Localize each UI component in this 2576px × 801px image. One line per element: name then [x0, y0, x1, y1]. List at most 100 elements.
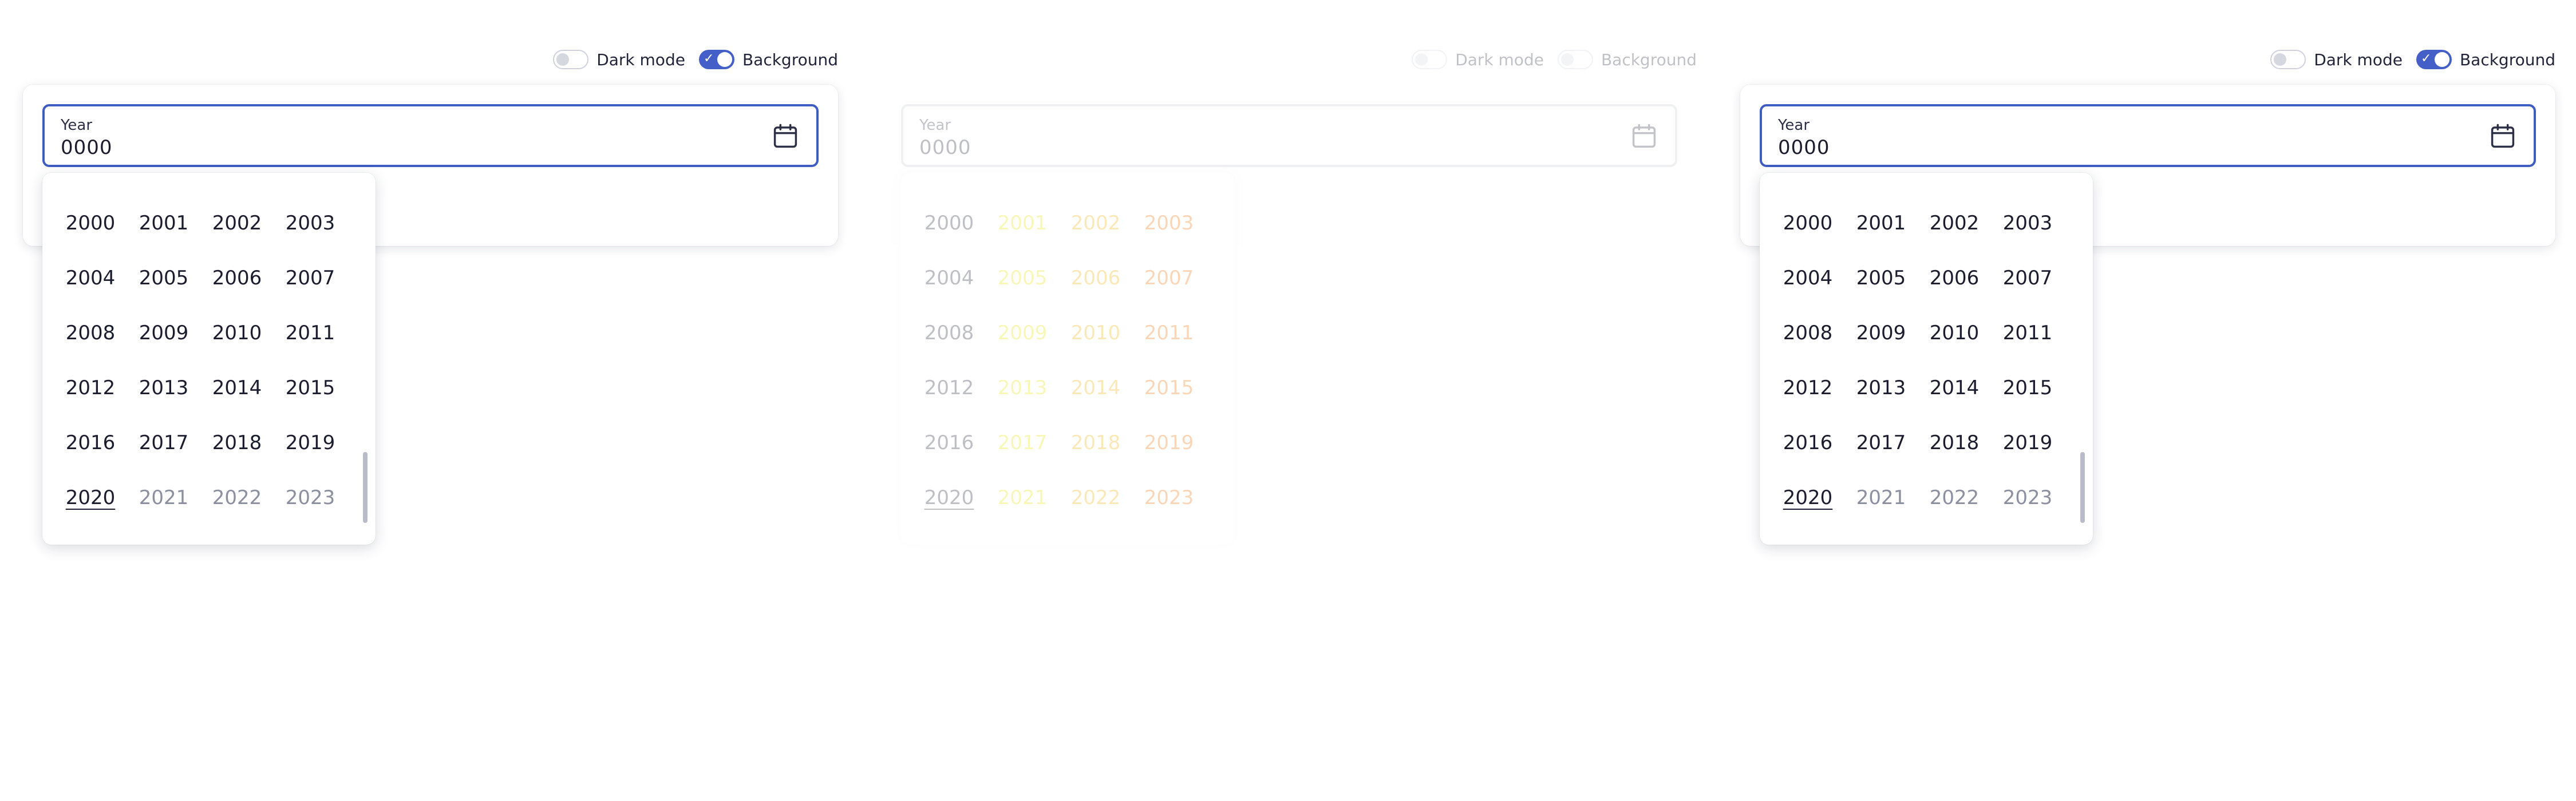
dark-mode-toggle[interactable]: Dark mode	[1412, 50, 1544, 69]
scrollbar[interactable]	[363, 452, 368, 523]
calendar-icon[interactable]	[771, 121, 800, 151]
year-option-2013[interactable]: 2013	[986, 360, 1059, 415]
year-option-2009[interactable]: 2009	[127, 306, 200, 360]
year-option-2002[interactable]: 2002	[1059, 196, 1132, 251]
year-option-2017[interactable]: 2017	[986, 415, 1059, 470]
year-option-2022[interactable]: 2022	[1918, 470, 1991, 525]
year-input[interactable]: Year 0000	[901, 104, 1677, 167]
year-option-2018[interactable]: 2018	[1059, 415, 1132, 470]
year-option-2013[interactable]: 2013	[1844, 360, 1918, 415]
year-option-2001[interactable]: 2001	[127, 196, 200, 251]
year-option-2014[interactable]: 2014	[1059, 360, 1132, 415]
year-grid: 2000 2001 2002 2003 2004 2005 2006 2007 2008 2009…	[1771, 196, 2064, 525]
year-option-2012[interactable]: 2012	[1771, 360, 1844, 415]
dark-mode-toggle[interactable]: Dark mode	[553, 50, 685, 69]
calendar-icon[interactable]	[2488, 121, 2518, 151]
year-option-2015[interactable]: 2015	[274, 360, 347, 415]
year-option-2004[interactable]: 2004	[912, 251, 986, 306]
year-option-2020[interactable]: 2020	[912, 470, 986, 525]
background-switch[interactable]	[1557, 50, 1593, 69]
year-option-2019[interactable]: 2019	[1132, 415, 1206, 470]
year-option-2018[interactable]: 2018	[200, 415, 274, 470]
year-input-value[interactable]: 0000	[919, 136, 971, 159]
year-option-2006[interactable]: 2006	[1918, 251, 1991, 306]
year-option-2022[interactable]: 2022	[200, 470, 274, 525]
background-toggle[interactable]: ✓ Background	[698, 50, 838, 69]
year-input-label: Year	[1778, 117, 1810, 134]
background-toggle[interactable]: Background	[1557, 50, 1697, 69]
year-option-2013[interactable]: 2013	[127, 360, 200, 415]
year-option-2010[interactable]: 2010	[1918, 306, 1991, 360]
year-option-2003[interactable]: 2003	[1132, 196, 1206, 251]
background-switch[interactable]: ✓	[2416, 50, 2452, 69]
year-option-2005[interactable]: 2005	[127, 251, 200, 306]
year-option-2015[interactable]: 2015	[1991, 360, 2064, 415]
year-option-2019[interactable]: 2019	[274, 415, 347, 470]
year-option-2007[interactable]: 2007	[274, 251, 347, 306]
dark-mode-switch[interactable]	[553, 50, 589, 69]
year-option-2000[interactable]: 2000	[54, 196, 127, 251]
year-option-2004[interactable]: 2004	[1771, 251, 1844, 306]
background-label: Background	[1601, 50, 1697, 69]
year-option-2009[interactable]: 2009	[986, 306, 1059, 360]
year-option-2010[interactable]: 2010	[1059, 306, 1132, 360]
year-option-2002[interactable]: 2002	[1918, 196, 1991, 251]
year-option-2001[interactable]: 2001	[986, 196, 1059, 251]
year-picker-dropdown: 2000 2001 2002 2003 2004 2005 2006 2007 2008 2009…	[1760, 173, 2093, 545]
year-option-2021[interactable]: 2021	[1844, 470, 1918, 525]
year-option-2001[interactable]: 2001	[1844, 196, 1918, 251]
year-option-2015[interactable]: 2015	[1132, 360, 1206, 415]
year-option-2014[interactable]: 2014	[200, 360, 274, 415]
year-input[interactable]: Year 0000	[42, 104, 819, 167]
year-option-2003[interactable]: 2003	[274, 196, 347, 251]
year-option-2007[interactable]: 2007	[1132, 251, 1206, 306]
year-option-2006[interactable]: 2006	[1059, 251, 1132, 306]
year-option-2018[interactable]: 2018	[1918, 415, 1991, 470]
year-option-2020[interactable]: 2020	[54, 470, 127, 525]
year-option-2006[interactable]: 2006	[200, 251, 274, 306]
dark-mode-toggle[interactable]: Dark mode	[2270, 50, 2403, 69]
year-input-value[interactable]: 0000	[1778, 136, 1830, 159]
dark-mode-switch[interactable]	[2270, 50, 2306, 69]
year-option-2023[interactable]: 2023	[1132, 470, 1206, 525]
calendar-icon[interactable]	[1629, 121, 1659, 151]
year-option-2012[interactable]: 2012	[54, 360, 127, 415]
year-option-2019[interactable]: 2019	[1991, 415, 2064, 470]
year-option-2020[interactable]: 2020	[1771, 470, 1844, 525]
year-option-2002[interactable]: 2002	[200, 196, 274, 251]
background-switch[interactable]: ✓	[698, 50, 734, 69]
year-option-2008[interactable]: 2008	[54, 306, 127, 360]
year-option-2011[interactable]: 2011	[1132, 306, 1206, 360]
year-option-2003[interactable]: 2003	[1991, 196, 2064, 251]
year-option-2005[interactable]: 2005	[1844, 251, 1918, 306]
year-option-2021[interactable]: 2021	[986, 470, 1059, 525]
year-option-2011[interactable]: 2011	[1991, 306, 2064, 360]
year-input-value[interactable]: 0000	[61, 136, 113, 159]
year-input[interactable]: Year 0000	[1760, 104, 2536, 167]
year-option-2016[interactable]: 2016	[1771, 415, 1844, 470]
year-option-2022[interactable]: 2022	[1059, 470, 1132, 525]
background-toggle[interactable]: ✓ Background	[2416, 50, 2555, 69]
year-option-2017[interactable]: 2017	[1844, 415, 1918, 470]
year-option-2011[interactable]: 2011	[274, 306, 347, 360]
year-option-2000[interactable]: 2000	[1771, 196, 1844, 251]
year-option-2010[interactable]: 2010	[200, 306, 274, 360]
year-option-2016[interactable]: 2016	[912, 415, 986, 470]
year-option-2000[interactable]: 2000	[912, 196, 986, 251]
year-option-2012[interactable]: 2012	[912, 360, 986, 415]
year-option-2008[interactable]: 2008	[1771, 306, 1844, 360]
year-option-2007[interactable]: 2007	[1991, 251, 2064, 306]
year-option-2008[interactable]: 2008	[912, 306, 986, 360]
year-option-2017[interactable]: 2017	[127, 415, 200, 470]
year-option-2014[interactable]: 2014	[1918, 360, 1991, 415]
dark-mode-switch[interactable]	[1412, 50, 1448, 69]
year-grid: 2000 2001 2002 2003 2004 2005 2006 2007 2008 2009…	[912, 196, 1206, 525]
year-option-2004[interactable]: 2004	[54, 251, 127, 306]
year-option-2005[interactable]: 2005	[986, 251, 1059, 306]
year-option-2009[interactable]: 2009	[1844, 306, 1918, 360]
year-option-2016[interactable]: 2016	[54, 415, 127, 470]
year-option-2023[interactable]: 2023	[1991, 470, 2064, 525]
scrollbar[interactable]	[2080, 452, 2085, 523]
year-option-2021[interactable]: 2021	[127, 470, 200, 525]
year-option-2023[interactable]: 2023	[274, 470, 347, 525]
